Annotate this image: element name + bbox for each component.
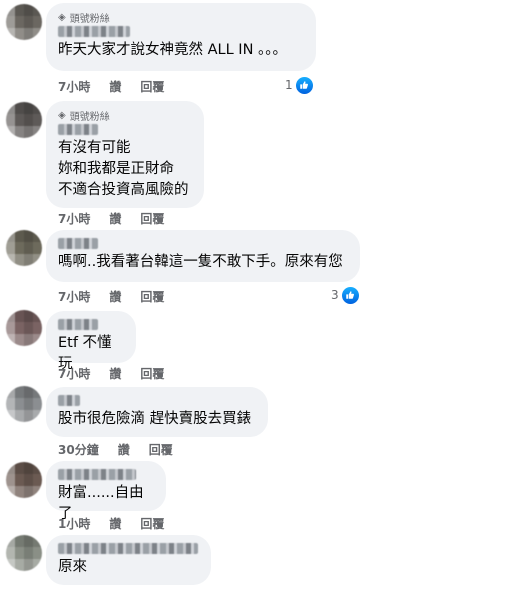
comment-text: 股市很危險滴 趕快賣股去買錶 [58, 411, 252, 427]
reply-button[interactable]: 回覆 [140, 288, 164, 305]
like-button[interactable]: 讚 [109, 78, 121, 95]
like-button[interactable]: 讚 [109, 288, 121, 305]
avatar[interactable] [6, 535, 42, 571]
comment-timestamp[interactable]: 7小時 [58, 78, 90, 95]
avatar[interactable] [6, 462, 42, 498]
comment-actions: 30分鐘 讚 回覆 [58, 441, 173, 457]
reaction-number: 1 [285, 78, 293, 92]
comment-bubble: ◈ 頭號粉絲 昨天大家才說女神竟然 ALL IN 。。。 [46, 3, 316, 71]
comment-text: 昨天大家才說女神竟然 ALL IN 。。。 [58, 42, 288, 58]
comment-bubble: Etf 不懂玩 [46, 311, 136, 372]
top-fan-badge: ◈ 頭號粉絲 [58, 10, 304, 25]
author-name-blurred[interactable] [58, 543, 198, 554]
comment-timestamp[interactable]: 30分鐘 [58, 441, 99, 458]
top-fan-badge: ◈ 頭號粉絲 [58, 108, 192, 123]
like-button[interactable]: 讚 [109, 365, 121, 382]
like-icon [340, 285, 360, 305]
like-button[interactable]: 讚 [118, 441, 130, 458]
comment-timestamp[interactable]: 7小時 [58, 210, 90, 227]
comment-text: 原來 [58, 559, 87, 575]
author-name-blurred[interactable] [58, 319, 98, 330]
comment-bubble: ◈ 頭號粉絲 有沒有可能 妳和我都是正財命 不適合投資高風險的 [46, 101, 204, 208]
reply-button[interactable]: 回覆 [140, 78, 164, 95]
comment-timestamp[interactable]: 1小時 [58, 515, 90, 532]
like-icon [294, 75, 314, 95]
comment-timestamp[interactable]: 7小時 [58, 288, 90, 305]
comment-text: 有沒有可能 妳和我都是正財命 不適合投資高風險的 [58, 140, 189, 198]
reply-button[interactable]: 回覆 [140, 365, 164, 382]
comment-bubble: 嗎啊..我看著台韓這一隻不敢下手。原來有您 [46, 230, 360, 282]
diamond-icon: ◈ [58, 109, 66, 121]
reply-button[interactable]: 回覆 [149, 441, 173, 458]
comment-actions: 7小時 讚 回覆 [58, 210, 164, 226]
comment-actions: 1小時 讚 回覆 [58, 515, 164, 531]
avatar[interactable] [6, 310, 42, 346]
comment-bubble: 原來 [46, 535, 211, 585]
like-button[interactable]: 讚 [109, 210, 121, 227]
reaction-count[interactable]: 1 [285, 75, 314, 95]
comment-timestamp[interactable]: 7小時 [58, 365, 90, 382]
author-name-blurred[interactable] [58, 395, 80, 406]
avatar[interactable] [6, 4, 42, 40]
author-name-blurred[interactable] [58, 469, 136, 480]
reaction-count[interactable]: 3 [331, 285, 360, 305]
avatar[interactable] [6, 230, 42, 266]
author-name-blurred[interactable] [58, 26, 130, 37]
reply-button[interactable]: 回覆 [140, 210, 164, 227]
author-name-blurred[interactable] [58, 238, 98, 249]
avatar[interactable] [6, 102, 42, 138]
comment-actions: 7小時 讚 回覆 [58, 288, 164, 304]
comment-bubble: 財富......自由了 [46, 461, 166, 522]
badge-label: 頭號粉絲 [69, 13, 110, 25]
reaction-number: 3 [331, 288, 339, 302]
author-name-blurred[interactable] [58, 124, 98, 135]
comment-actions: 7小時 讚 回覆 [58, 365, 164, 381]
badge-label: 頭號粉絲 [69, 111, 110, 123]
diamond-icon: ◈ [58, 11, 66, 23]
comment-actions: 7小時 讚 回覆 [58, 78, 164, 94]
reply-button[interactable]: 回覆 [140, 515, 164, 532]
avatar[interactable] [6, 386, 42, 422]
comment-text: 嗎啊..我看著台韓這一隻不敢下手。原來有您 [58, 254, 343, 270]
like-button[interactable]: 讚 [109, 515, 121, 532]
comment-bubble: 股市很危險滴 趕快賣股去買錶 [46, 387, 268, 437]
